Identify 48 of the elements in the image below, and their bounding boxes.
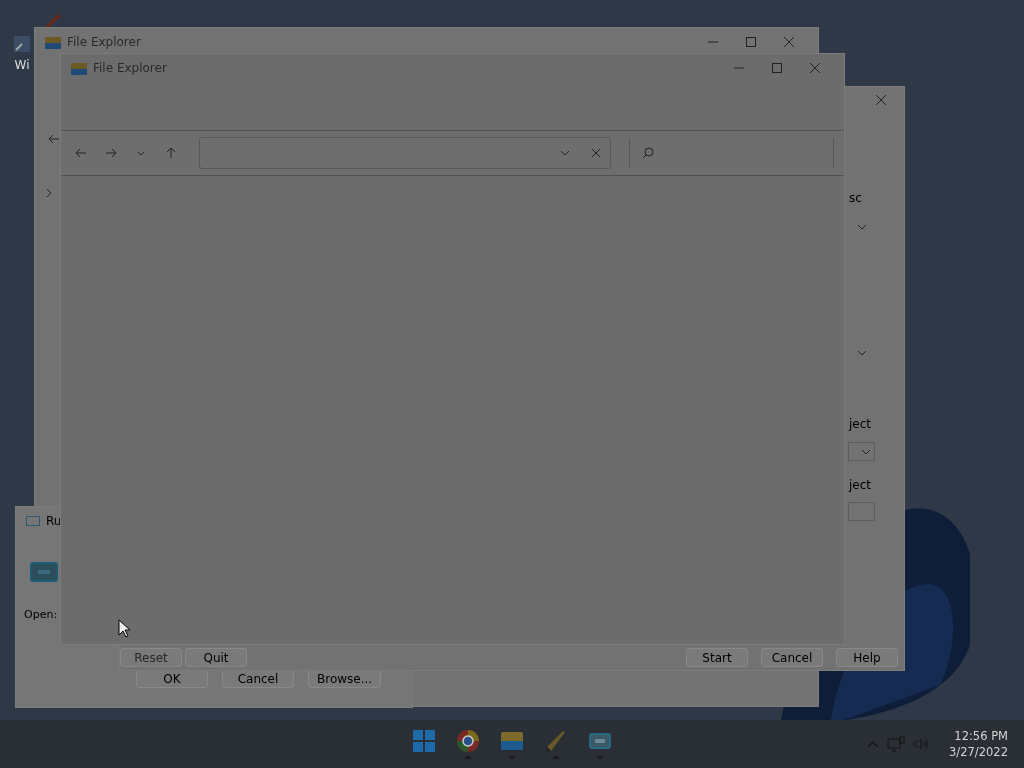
clock-time: 12:56 PM — [954, 728, 1008, 744]
field-label: sc — [849, 191, 862, 205]
close-icon — [876, 95, 886, 105]
address-field[interactable] — [199, 137, 611, 169]
up-icon — [165, 147, 177, 159]
browser-icon — [456, 729, 480, 753]
close-icon — [784, 37, 794, 47]
shortcut-icon — [12, 34, 32, 54]
start-icon — [412, 729, 436, 753]
forward-icon — [105, 147, 117, 159]
chevron-down-icon — [857, 350, 867, 356]
pen-icon — [544, 729, 568, 753]
mouse-cursor-icon — [118, 619, 130, 638]
window-title: File Explorer — [93, 61, 167, 75]
run-icon — [30, 562, 58, 582]
folder-icon — [45, 35, 61, 49]
run-icon — [26, 516, 40, 526]
dialog-button[interactable]: Cancel — [761, 648, 823, 667]
chevron-up-icon — [867, 740, 880, 748]
window-title: Ru — [46, 514, 62, 528]
field-label: ject — [849, 478, 872, 492]
back-arrow-icon — [48, 134, 60, 144]
up-button[interactable] — [165, 147, 177, 159]
chevron-down-icon — [861, 448, 871, 455]
dropdown-field[interactable] — [848, 442, 875, 461]
forward-button[interactable] — [105, 147, 117, 159]
window-title: File Explorer — [67, 35, 141, 49]
dialog-button[interactable]: Start — [686, 648, 748, 667]
folder-icon — [71, 61, 87, 75]
close-icon — [592, 149, 600, 157]
back-icon — [75, 147, 87, 159]
desktop-icon-label: Wi — [14, 58, 30, 72]
chevron-down-icon — [560, 150, 570, 156]
search-field[interactable] — [629, 138, 834, 168]
maximize-icon — [746, 37, 756, 47]
dialog-button[interactable]: Help — [836, 648, 898, 667]
maximize-icon — [772, 63, 782, 73]
chevron-right-icon — [45, 188, 53, 198]
network-icon — [887, 736, 906, 752]
dialog-button[interactable]: Quit — [185, 648, 247, 667]
chevron-down-icon — [857, 224, 867, 230]
back-button[interactable] — [75, 147, 87, 159]
close-icon — [810, 63, 820, 73]
search-icon — [642, 147, 654, 159]
field-label: Open: — [24, 608, 58, 621]
clock-date: 3/27/2022 — [949, 744, 1008, 760]
field-label: ject — [849, 417, 872, 431]
folder-icon — [500, 729, 524, 753]
